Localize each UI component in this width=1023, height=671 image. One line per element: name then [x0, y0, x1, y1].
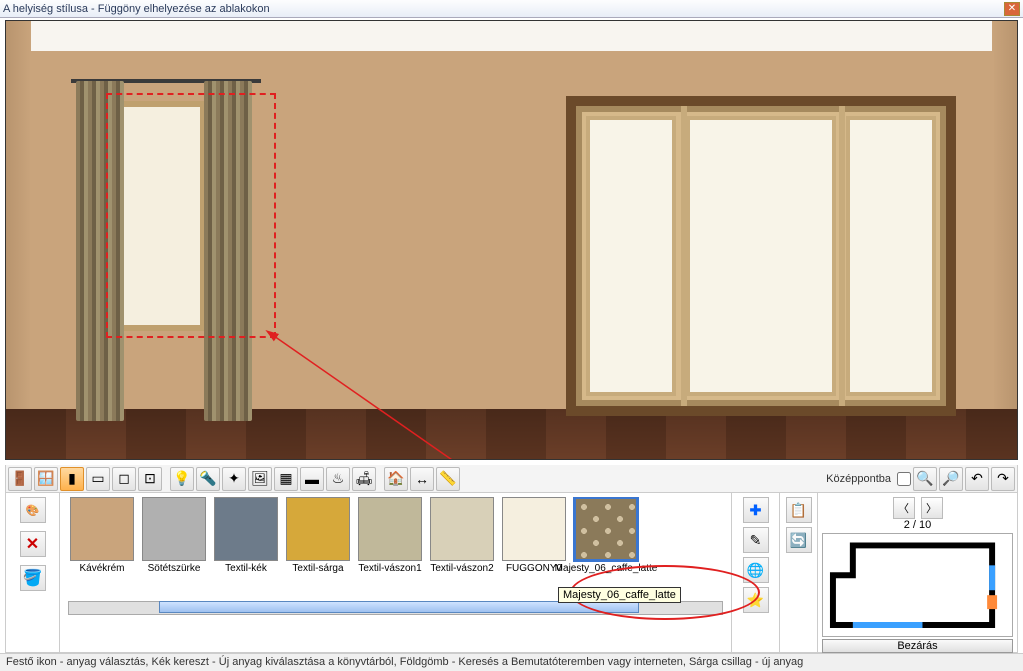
swatch-row: Kávékrém Sötétszürke Textil-kék Textil-sárg…	[68, 497, 723, 597]
curtain-left[interactable]	[76, 81, 124, 421]
status-bar: Festő ikon - anyag választás, Kék keresz…	[0, 653, 1023, 671]
rug-icon[interactable]: ▬	[300, 467, 324, 491]
swatch-thumb	[70, 497, 134, 561]
swatch-tooltip: Majesty_06_caffe_latte	[558, 587, 681, 603]
material-swatch[interactable]: Textil-vászon1	[356, 497, 424, 597]
material-swatch[interactable]: Textil-sárga	[284, 497, 352, 597]
next-wall-icon[interactable]: 〉	[921, 497, 943, 519]
zoom-out-icon[interactable]: 🔎	[939, 467, 963, 491]
wall-lamp-icon[interactable]: 🔦	[196, 467, 220, 491]
ruler-icon[interactable]: 📏	[436, 467, 460, 491]
floor	[6, 409, 1017, 459]
refresh-icon[interactable]: 🔄	[786, 527, 812, 553]
material-swatch[interactable]: Textil-vászon2	[428, 497, 496, 597]
radiator-icon[interactable]: ♨	[326, 467, 350, 491]
prev-wall-icon[interactable]: 〈	[893, 497, 915, 519]
swatch-label: Majesty_06_caffe_latte	[555, 563, 658, 585]
swatch-scrollbar[interactable]	[68, 601, 723, 615]
window-small[interactable]	[116, 101, 206, 331]
room-preview[interactable]	[5, 20, 1018, 460]
swatch-thumb	[358, 497, 422, 561]
floorplan[interactable]	[822, 533, 1013, 637]
swatch-label: FUGGONY0	[506, 563, 562, 585]
center-checkbox[interactable]	[897, 472, 911, 486]
room-icon[interactable]: 🏠	[384, 467, 408, 491]
move-icon[interactable]: ↔	[410, 467, 434, 491]
swatch-label: Textil-vászon1	[358, 563, 421, 585]
pick-material-icon[interactable]: 🎨	[20, 497, 46, 523]
picture-icon[interactable]: 🖼	[248, 467, 272, 491]
wall-right	[992, 21, 1017, 459]
door-frame	[681, 106, 687, 406]
globe-search-icon[interactable]: 🌐	[743, 557, 769, 583]
wall-counter: 2 / 10	[822, 519, 1013, 531]
material-panel: 🎨 ✕ 🪣 Kávékrém Sötétszürke Textil-kék Texti…	[5, 493, 1018, 653]
swatch-label: Textil-kék	[225, 563, 267, 585]
swatch-thumb	[286, 497, 350, 561]
center-label: Középpontba	[826, 473, 895, 485]
swatch-label: Kávékrém	[79, 563, 124, 585]
swatch-label: Textil-sárga	[292, 563, 343, 585]
outlet-icon[interactable]: ⊡	[138, 467, 162, 491]
material-actions-2: 📋 🔄	[779, 493, 817, 652]
redo-icon[interactable]: ↷	[991, 467, 1015, 491]
curtain-right[interactable]	[204, 81, 252, 421]
profile-icon[interactable]: ▭	[86, 467, 110, 491]
undo-icon[interactable]: ↶	[965, 467, 989, 491]
material-actions: ✚ ✎ 🌐 ⭐	[731, 493, 779, 652]
floorplan-panel: 〈 〉 2 / 10 Bezárás	[817, 493, 1017, 652]
favorite-icon[interactable]: ⭐	[743, 587, 769, 613]
paint-icon[interactable]: 🪣	[20, 565, 46, 591]
spot-icon[interactable]: ✦	[222, 467, 246, 491]
swatch-thumb	[214, 497, 278, 561]
sliding-door[interactable]	[566, 96, 956, 416]
door-icon[interactable]: 🚪	[8, 467, 32, 491]
swatch-area: Kávékrém Sötétszürke Textil-kék Textil-sárg…	[60, 493, 731, 652]
close-icon[interactable]: ✕	[1004, 2, 1020, 16]
swatch-label: Textil-vászon2	[430, 563, 493, 585]
swatch-thumb	[574, 497, 638, 561]
door-frame	[839, 106, 845, 406]
curtain-tool-icon[interactable]: ▮	[60, 467, 84, 491]
swatch-label: Sötétszürke	[148, 563, 201, 585]
add-material-icon[interactable]: ✚	[743, 497, 769, 523]
ceiling-lamp-icon[interactable]: 💡	[170, 467, 194, 491]
swatch-thumb	[502, 497, 566, 561]
switch-icon[interactable]: ◻	[112, 467, 136, 491]
door-panel	[846, 116, 936, 396]
material-swatch[interactable]: Majesty_06_caffe_latte	[572, 497, 640, 597]
swatch-thumb	[142, 497, 206, 561]
side-tools: 🎨 ✕ 🪣	[6, 493, 60, 652]
window-title: A helyiség stílusa - Függöny elhelyezése…	[3, 3, 1004, 15]
copy-icon[interactable]: 📋	[786, 497, 812, 523]
floor-pattern-icon[interactable]: ▦	[274, 467, 298, 491]
close-button[interactable]: Bezárás	[822, 639, 1013, 653]
edit-material-icon[interactable]: ✎	[743, 527, 769, 553]
window-icon[interactable]: 🪟	[34, 467, 58, 491]
furniture-icon[interactable]: 🛋	[352, 467, 376, 491]
swatch-thumb	[430, 497, 494, 561]
title-bar: A helyiség stílusa - Függöny elhelyezése…	[0, 0, 1023, 18]
material-swatch[interactable]: Sötétszürke	[140, 497, 208, 597]
door-panel	[586, 116, 676, 396]
zoom-in-icon[interactable]: 🔍	[913, 467, 937, 491]
material-swatch[interactable]: Textil-kék	[212, 497, 280, 597]
toolbar: 🚪 🪟 ▮ ▭ ◻ ⊡ 💡 🔦 ✦ 🖼 ▦ ▬ ♨ 🛋 🏠 ↔ 📏 Középp…	[5, 465, 1018, 493]
wall-left	[6, 21, 31, 459]
delete-icon[interactable]: ✕	[20, 531, 46, 557]
door-panel	[686, 116, 836, 396]
material-swatch[interactable]: Kávékrém	[68, 497, 136, 597]
